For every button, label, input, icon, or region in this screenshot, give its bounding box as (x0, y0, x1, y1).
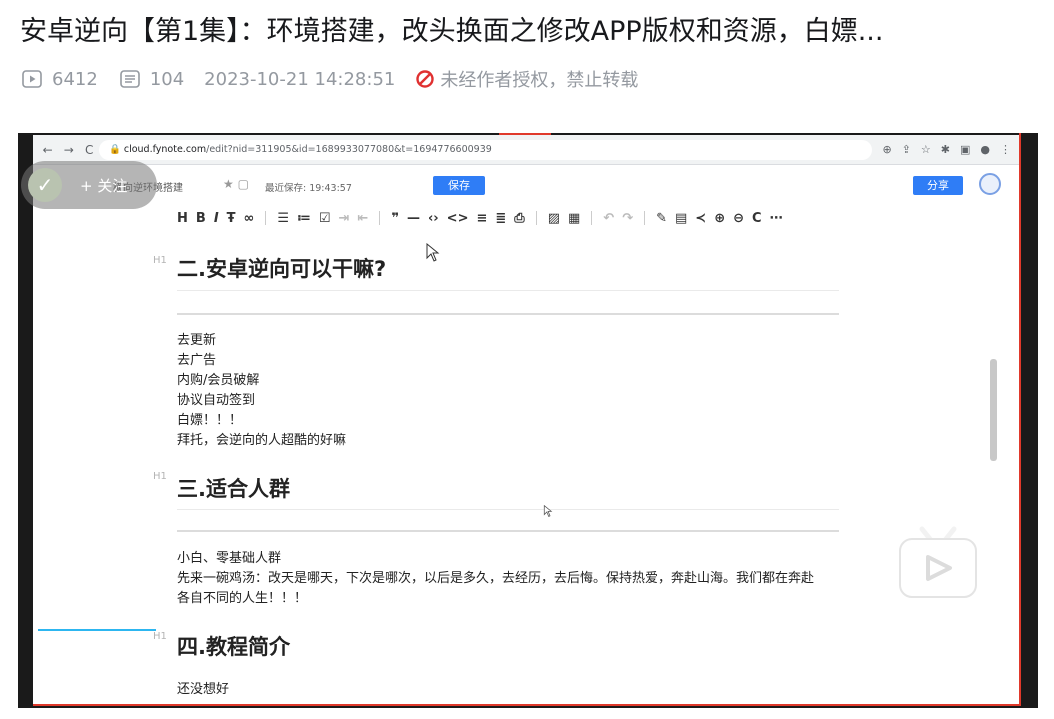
document-body: H1 二.安卓逆向可以干嘛? 去更新 去广告 内购/会员破解 协议自动签到 白嫖… (33, 233, 1021, 706)
play-count-icon (20, 69, 44, 89)
checkbox-list-icon: ☑ (318, 210, 331, 226)
ordered-list-icon: ≔ (297, 210, 311, 226)
paragraph-line: 先来一碗鸡汤：改天是哪天，下次是哪次，以后是多久，去经历，去后悔。保持热爱，奔赴… (177, 571, 815, 586)
last-saved: 最近保存: 19:43:57 (265, 183, 352, 194)
list-item: 拜托，会逆向的人超酷的好嘛 (177, 433, 347, 448)
video-frame: ← → C 🔒 cloud.fynote.com/edit?nid=311905… (33, 135, 1021, 706)
share-node-icon: ≺ (695, 210, 707, 226)
more-icon: ⋯ (769, 210, 783, 226)
paragraph-line: 小白、零基础人群 (177, 551, 282, 566)
progress-indicator (38, 629, 156, 631)
mouse-cursor-icon (426, 243, 440, 262)
section3-body: 小白、零基础人群 先来一碗鸡汤：改天是哪天，下次是哪次，以后是多久，去经历，去后… (177, 549, 814, 609)
quote-icon: ❞ (391, 210, 399, 226)
forward-arrow-icon: → (63, 142, 74, 157)
mouse-cursor-icon (543, 505, 553, 517)
list-item: 内购/会员破解 (177, 373, 260, 388)
redo-icon: ↷ (622, 210, 634, 226)
video-title: 安卓逆向【第1集】：环境搭建，改头换面之修改APP版权和资源，白嫖... (20, 16, 884, 47)
code-inline-icon: ‹› (427, 210, 439, 226)
uploader-avatar: ✓ (28, 168, 62, 202)
table-icon: ▦ (567, 210, 581, 226)
list-item: 去更新 (177, 333, 217, 348)
zoom-in-icon: ⊕ (714, 210, 726, 226)
image-icon: ▨ (547, 210, 560, 226)
bilibili-tv-icon[interactable] (896, 523, 980, 607)
copyright-notice: 未经作者授权，禁止转载 (415, 66, 638, 92)
danmaku-count-icon (118, 69, 142, 89)
forbidden-icon (416, 70, 435, 88)
url-path: /edit?nid=311905&id=1689933077080&t=1694… (206, 143, 492, 155)
link-icon: ∞ (243, 210, 255, 226)
kebab-menu-icon: ⋮ (1000, 143, 1011, 156)
save-button: 保存 (433, 176, 485, 195)
player-controls: 1080P 高清 倍速 (18, 643, 1038, 708)
share-button: 分享 (913, 176, 963, 195)
zoom-icon: ⊕ (882, 143, 892, 156)
undo-icon: ↶ (603, 210, 615, 226)
bookmark-star-icon: ☆ (920, 143, 931, 156)
section3-heading: 三.适合人群 (177, 477, 290, 501)
list-item: 去广告 (177, 353, 217, 368)
editor-header: ≡ 横向逆环境搭建 ★ ▢ 最近保存: 19:43:57 保存 分享 (33, 165, 1021, 203)
browser-toolbar: ← → C 🔒 cloud.fynote.com/edit?nid=311905… (33, 135, 1021, 165)
align-icon: ≡ (476, 210, 488, 226)
pen-icon: ✎ (656, 210, 667, 226)
speed-selector[interactable]: 倍速 (618, 665, 648, 686)
refresh-icon: C (752, 210, 762, 226)
table-of-contents-icon: ≣ (495, 210, 507, 226)
italic-icon: I (213, 210, 219, 226)
video-player[interactable]: ← → C 🔒 cloud.fynote.com/edit?nid=311905… (18, 133, 1038, 708)
sidepanel-icon: ▣ (959, 143, 971, 156)
follow-overlay[interactable]: ✓ + 关注 (21, 161, 157, 209)
follow-button[interactable]: + 关注 (80, 175, 127, 196)
publish-time: 2023-10-21 14:28:51 (204, 68, 396, 90)
indent-icon: ⇥ (338, 210, 350, 226)
note-icon: ▤ (675, 210, 688, 226)
profile-icon: ● (980, 143, 990, 156)
format-toolbar: H B I Ŧ ∞ ☰ ≔ ☑ ⇥ ⇤ ❞ — ‹› <> ≡ ≣ ⎙ ▨ ▦ … (177, 207, 783, 229)
copyright-text: 未经作者授权，禁止转载 (440, 70, 639, 91)
paragraph-line: 各自不同的人生！！！ (177, 591, 308, 606)
reload-icon: C (85, 142, 94, 157)
outdent-icon: ⇤ (357, 210, 369, 226)
back-arrow-icon: ← (42, 142, 53, 157)
quality-selector[interactable]: 1080P 高清 (490, 665, 572, 686)
user-avatar (979, 173, 1001, 195)
scrollbar-thumb (990, 359, 997, 461)
extensions-icon: ✱ (940, 143, 950, 156)
h1-tag: H1 (153, 631, 167, 642)
section2-list: 去更新 去广告 内购/会员破解 协议自动签到 白嫖！！！ 拜托，会逆向的人超酷的… (177, 331, 346, 451)
bold-icon: B (195, 210, 206, 226)
play-count: 6412 (52, 68, 98, 90)
list-item: 协议自动签到 (177, 393, 256, 408)
list-item: 白嫖！！！ (177, 413, 243, 428)
video-meta-row: 6412 104 2023-10-21 14:28:51 未经作者授权，禁止转载 (20, 64, 638, 94)
share-page-icon: ⇪ (901, 143, 911, 156)
strikethrough-icon: Ŧ (226, 210, 236, 226)
favorite-star-icon: ★ ▢ (223, 177, 249, 191)
address-bar: 🔒 cloud.fynote.com/edit?nid=311905&id=16… (99, 139, 873, 160)
h1-tag: H1 (153, 255, 167, 266)
zoom-out-icon: ⊖ (733, 210, 745, 226)
danmaku-count: 104 (149, 68, 185, 90)
url-host: cloud.fynote.com (123, 143, 207, 155)
heading-icon: H (177, 210, 188, 226)
horizontal-rule-icon: — (406, 210, 420, 226)
section2-heading: 二.安卓逆向可以干嘛? (177, 257, 387, 281)
attachment-icon: ⎙ (514, 210, 525, 226)
bullet-list-icon: ☰ (277, 210, 290, 226)
h1-tag: H1 (153, 471, 167, 482)
code-block-icon: <> (446, 210, 469, 226)
